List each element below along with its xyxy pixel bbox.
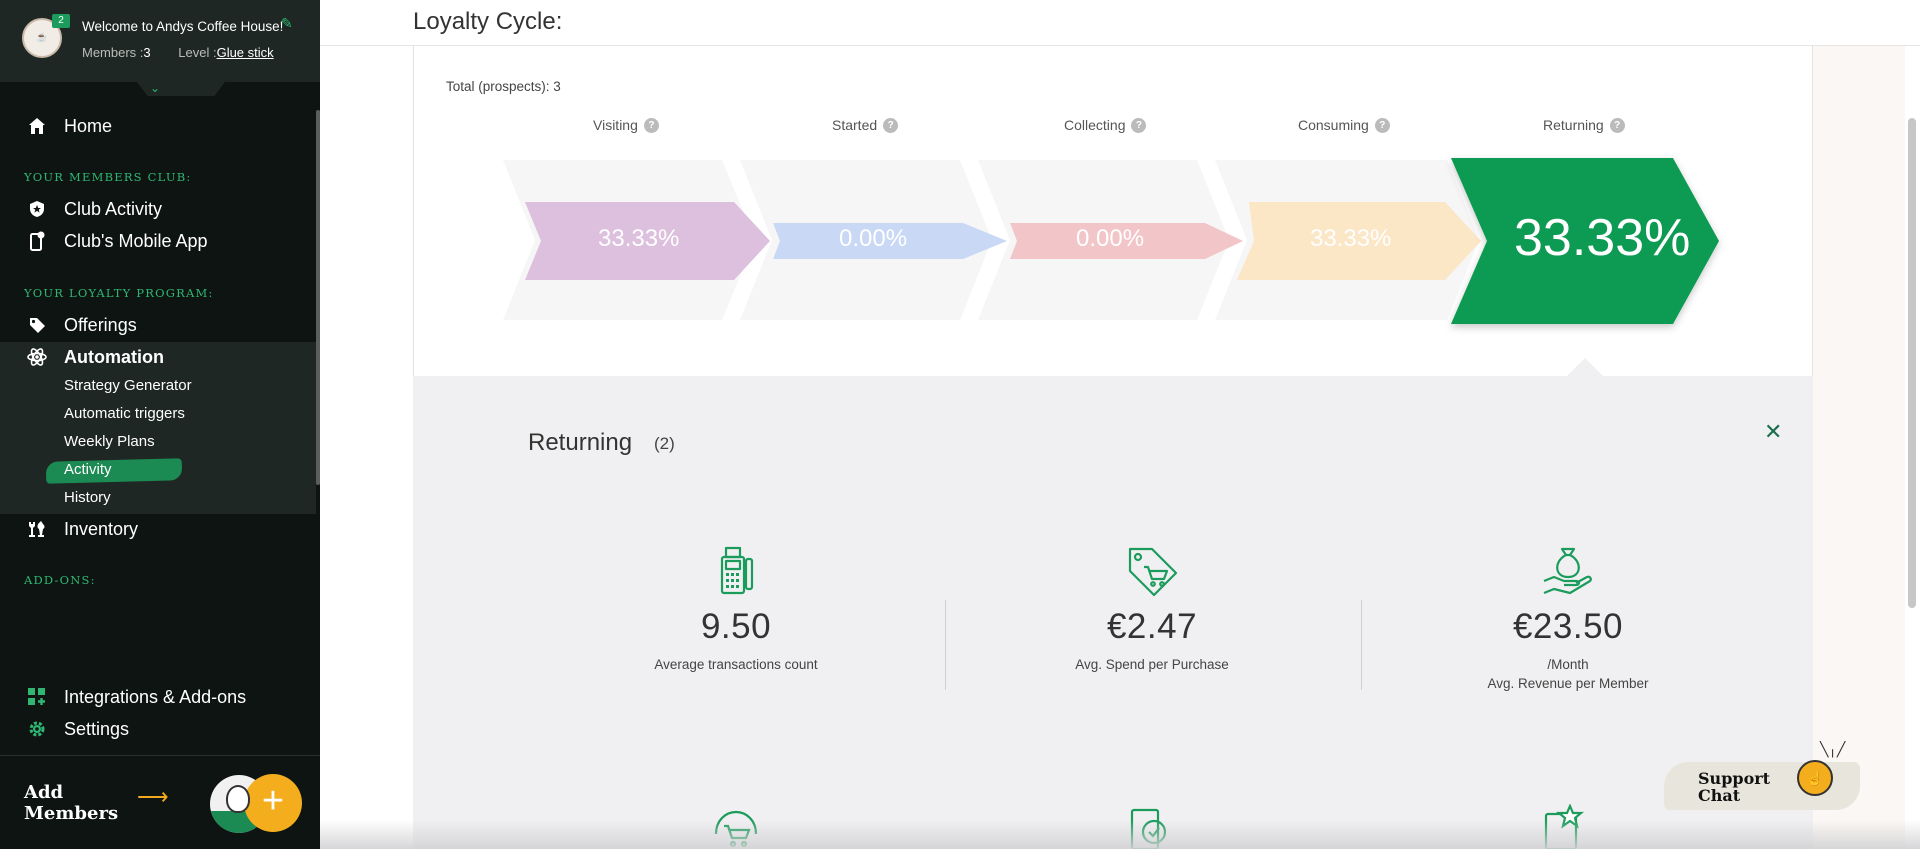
sidebar-item-mobile-app[interactable]: Club's Mobile App [0, 225, 316, 257]
sidebar-item-label: Offerings [64, 314, 137, 335]
sidebar-item-home[interactable]: Home [0, 110, 316, 142]
stat-divider [1361, 600, 1362, 690]
section-title-addons: ADD-ONS: [24, 573, 96, 587]
sidebar-item-label: Inventory [64, 518, 139, 539]
sidebar-subitem-automatic-triggers[interactable]: Automatic triggers [64, 405, 185, 422]
close-icon[interactable]: ✕ [1764, 419, 1782, 445]
help-icon[interactable]: ? [1609, 117, 1625, 133]
detail-pointer [1567, 358, 1603, 376]
home-icon [26, 115, 48, 137]
detail-count: (2) [654, 434, 675, 453]
stat-value: €2.47 [1106, 607, 1198, 646]
lightbulb-icon[interactable]: ☝ [1797, 760, 1833, 796]
sidebar-subitem-activity[interactable]: Activity [64, 461, 112, 478]
stage-label-consuming: Consuming? [1298, 117, 1390, 133]
notification-badge[interactable]: 2 [52, 14, 70, 28]
sidebar-item-automation[interactable]: Automation [0, 341, 316, 373]
tag-icon [26, 314, 48, 336]
sparkle-icon: ╲╷╱ [1820, 741, 1846, 757]
stage-label-text: Started [832, 117, 878, 133]
add-members-label[interactable]: Add Members [24, 782, 118, 824]
grid-icon [26, 686, 48, 708]
stat-caption: Average transactions count [654, 657, 818, 672]
sidebar-item-label: Automation [64, 346, 164, 367]
support-line1: Support [1698, 769, 1771, 788]
level-link[interactable]: Glue stick [217, 45, 274, 60]
shield-icon [26, 198, 48, 220]
level-label: Level : [178, 45, 217, 60]
support-line2: Chat [1698, 786, 1741, 805]
stage-pct-returning: 33.33% [1514, 209, 1691, 267]
stat-avg-transactions: 9.50 Average transactions count [586, 545, 886, 674]
stat-avg-revenue: €23.50 /Month Avg. Revenue per Member [1418, 545, 1718, 693]
stat-avg-spend: €2.47 Avg. Spend per Purchase [1002, 545, 1302, 674]
atom-icon [26, 346, 48, 368]
help-icon[interactable]: ? [1374, 117, 1390, 133]
add-members-line2: Members [24, 803, 119, 824]
sidebar-subitem-history[interactable]: History [64, 489, 111, 506]
add-members-line1: Add [24, 782, 64, 803]
detail-title: Returning [528, 429, 633, 456]
stage-label-text: Returning [1543, 117, 1604, 133]
main-left-gutter [320, 46, 413, 849]
sidebar-subitem-strategy-generator[interactable]: Strategy Generator [64, 377, 192, 394]
stage-pct-started: 0.00% [839, 225, 908, 252]
stat-caption-line2: Avg. Revenue per Member [1487, 676, 1649, 691]
stat-caption-line1: /Month [1547, 657, 1589, 672]
stage-pct-collecting: 0.00% [1076, 225, 1145, 252]
stage-label-started: Started? [832, 117, 899, 133]
stage-label-collecting: Collecting? [1064, 117, 1147, 133]
scroll-fade [320, 820, 1920, 849]
mobile-phone-icon [26, 230, 48, 252]
sidebar-item-settings[interactable]: Settings [0, 713, 316, 745]
page-title: Loyalty Cycle: [413, 8, 563, 35]
price-tag-cart-icon [1128, 547, 1178, 597]
sidebar-item-label: Club Activity [64, 198, 163, 219]
stage-label-text: Visiting [593, 117, 638, 133]
sidebar-item-label: Integrations & Add-ons [64, 686, 247, 707]
stage-pct-visiting: 33.33% [598, 225, 680, 252]
help-icon[interactable]: ? [883, 117, 899, 133]
club-meta: Members :3 Level :Glue stick [82, 45, 274, 60]
stage-pct-consuming: 33.33% [1310, 225, 1392, 252]
chevron-down-icon[interactable]: ⌄ [150, 81, 160, 95]
section-title-club: YOUR MEMBERS CLUB: [24, 170, 192, 184]
sidebar-item-label: Home [64, 115, 113, 136]
stage-label-text: Consuming [1298, 117, 1369, 133]
total-prospects: Total (prospects): 3 [446, 79, 561, 94]
gear-icon [26, 718, 48, 740]
stat-value: 9.50 [700, 607, 772, 646]
sidebar-item-label: Club's Mobile App [64, 230, 208, 251]
sidebar-subitem-weekly-plans[interactable]: Weekly Plans [64, 433, 155, 450]
stat-value: €23.50 [1512, 607, 1624, 646]
help-icon[interactable]: ? [643, 117, 659, 133]
section-title-loyalty: YOUR LOYALTY PROGRAM: [24, 286, 214, 300]
main-right-gutter [1813, 46, 1905, 849]
stage-label-visiting: Visiting? [593, 117, 659, 133]
arrow-right-icon: ⟶ [137, 784, 169, 809]
welcome-text: Welcome to Andys Coffee House! [82, 19, 284, 34]
sidebar-item-inventory[interactable]: Inventory [0, 513, 316, 545]
stat-caption: /Month Avg. Revenue per Member [1418, 655, 1718, 693]
chess-pieces-icon [26, 518, 48, 540]
money-bag-hand-icon [1543, 547, 1592, 595]
sidebar-item-offerings[interactable]: Offerings [0, 309, 316, 341]
members-label: Members : [82, 45, 144, 60]
help-icon[interactable]: ? [1131, 117, 1147, 133]
stage-label-text: Collecting [1064, 117, 1126, 133]
stat-caption: Avg. Spend per Purchase [1075, 657, 1229, 672]
main-scrollbar[interactable] [1908, 118, 1916, 608]
support-chat-label[interactable]: Support Chat [1698, 770, 1770, 804]
members-count: 3 [143, 45, 151, 60]
stat-divider [945, 600, 946, 690]
sidebar: ☕ 2 Welcome to Andys Coffee House! ✎ Mem… [0, 0, 320, 849]
sidebar-item-label: Settings [64, 718, 130, 739]
sidebar-item-club-activity[interactable]: Club Activity [0, 193, 316, 225]
sidebar-item-integrations[interactable]: Integrations & Add-ons [0, 681, 316, 713]
cash-register-icon [720, 546, 754, 595]
edit-icon[interactable]: ✎ [281, 15, 293, 32]
add-member-button[interactable]: + [244, 774, 302, 832]
stage-label-returning: Returning? [1543, 117, 1625, 133]
